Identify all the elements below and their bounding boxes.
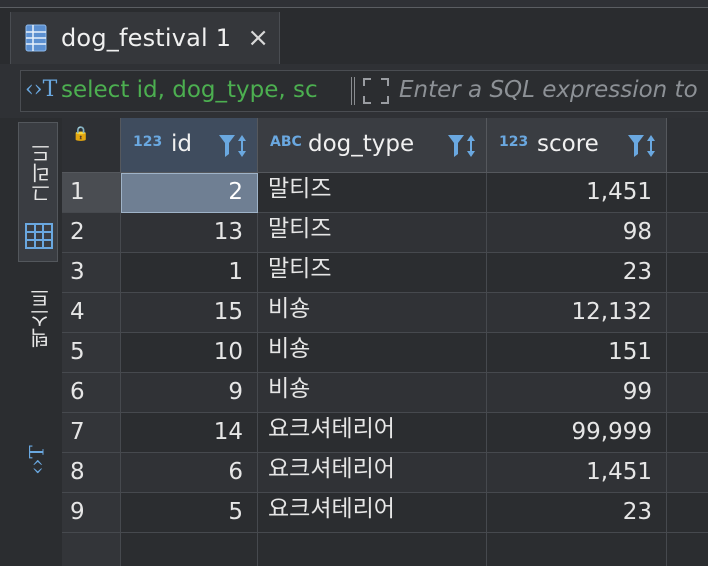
grid-view-tab[interactable]: 그리드 [18,122,58,262]
row-filler [667,493,708,533]
row-number[interactable]: 2 [62,213,121,253]
tab-title: dog_festival 1 [61,24,232,52]
row-filler [667,213,708,253]
table-row[interactable]: 3 1 말티즈 23 [62,253,708,293]
expand-icon[interactable] [361,76,391,106]
table-row[interactable]: 9 5 요크셔테리어 23 [62,493,708,533]
row-number[interactable]: 5 [62,333,121,373]
cell-score[interactable]: 99,999 [487,413,667,453]
cell-id[interactable]: 9 [121,373,258,413]
cell-dog-type[interactable]: 비숑 [258,373,487,413]
empty-cell [487,533,667,566]
cell-id[interactable]: 6 [121,453,258,493]
number-type-icon: 123 [133,134,163,150]
row-filler [667,173,708,213]
cell-dog-type[interactable]: 말티즈 [258,173,487,213]
number-type-icon: 123 [499,134,529,150]
row-filler [667,453,708,493]
filter-sort-icon[interactable] [626,132,658,160]
cell-score[interactable]: 23 [487,253,667,293]
cell-id[interactable]: 1 [121,253,258,293]
cell-id[interactable]: 2 [121,173,258,213]
sql-query-text[interactable]: select id, dog_type, sc [61,77,318,103]
row-number[interactable]: 8 [62,453,121,493]
table-row[interactable]: 2 13 말티즈 98 [62,213,708,253]
row-filler [667,293,708,333]
cell-id[interactable]: 10 [121,333,258,373]
lock-icon: 🔒 [72,126,90,142]
cell-score[interactable]: 23 [487,493,667,533]
sql-filter-bar: ‹›T select id, dog_type, sc Enter a SQL … [0,64,708,118]
result-grid: 🔒 123 id ABC dog_type 123 score 1 2 말티즈 … [62,118,708,566]
row-filler [667,253,708,293]
cell-dog-type[interactable]: 요크셔테리어 [258,453,487,493]
text-type-icon: ABC [270,134,302,150]
cell-id[interactable]: 13 [121,213,258,253]
cell-dog-type[interactable]: 말티즈 [258,213,487,253]
grid-corner[interactable]: 🔒 [62,118,121,173]
table-row[interactable]: 5 10 비숑 151 [62,333,708,373]
text-view-tab[interactable]: 텍스트 [26,288,55,348]
text-view-icon: ‹›T [24,445,49,475]
cell-score[interactable]: 151 [487,333,667,373]
row-number[interactable]: 9 [62,493,121,533]
row-number[interactable]: 3 [62,253,121,293]
close-icon[interactable]: × [247,25,269,51]
window-top-strip [0,0,708,8]
row-number[interactable]: 1 [62,173,121,213]
editor-tab-bar: dog_festival 1 × [0,8,708,64]
table-row[interactable]: 6 9 비숑 99 [62,373,708,413]
empty-row-number [62,533,121,566]
filter-sort-icon[interactable] [446,132,478,160]
filter-input[interactable]: Enter a SQL expression to [399,77,698,103]
column-name: id [171,131,192,157]
row-number[interactable]: 7 [62,413,121,453]
header-filler [667,118,708,173]
grid-icon [25,223,53,249]
empty-grid-area [62,533,708,566]
table-row[interactable]: 7 14 요크셔테리어 99,999 [62,413,708,453]
column-name: score [537,131,599,157]
row-number[interactable]: 4 [62,293,121,333]
table-icon [25,24,47,52]
row-filler [667,333,708,373]
sql-box: ‹›T select id, dog_type, sc Enter a SQL … [20,70,708,112]
table-row[interactable]: 8 6 요크셔테리어 1,451 [62,453,708,493]
column-header-dog-type[interactable]: ABC dog_type [258,118,487,173]
table-row[interactable]: 1 2 말티즈 1,451 [62,173,708,213]
cell-id[interactable]: 5 [121,493,258,533]
row-filler [667,373,708,413]
row-number[interactable]: 6 [62,373,121,413]
row-filler [667,413,708,453]
cell-dog-type[interactable]: 비숑 [258,333,487,373]
cell-score[interactable]: 99 [487,373,667,413]
cell-dog-type[interactable]: 요크셔테리어 [258,413,487,453]
cell-score[interactable]: 98 [487,213,667,253]
cell-score[interactable]: 1,451 [487,453,667,493]
sql-text-icon: ‹›T [25,77,58,102]
tab-dog-festival[interactable]: dog_festival 1 × [10,12,280,64]
empty-cell [258,533,487,566]
grid-view-label: 그리드 [30,143,54,203]
cell-score[interactable]: 12,132 [487,293,667,333]
cell-dog-type[interactable]: 비숑 [258,293,487,333]
empty-cell [121,533,258,566]
table-row[interactable]: 4 15 비숑 12,132 [62,293,708,333]
cell-id[interactable]: 14 [121,413,258,453]
view-mode-panel: 그리드 텍스트 ‹›T [0,118,62,566]
cell-score[interactable]: 1,451 [487,173,667,213]
grid-header: 🔒 123 id ABC dog_type 123 score [62,118,708,173]
cell-dog-type[interactable]: 말티즈 [258,253,487,293]
column-header-score[interactable]: 123 score [487,118,667,173]
cell-dog-type[interactable]: 요크셔테리어 [258,493,487,533]
column-name: dog_type [308,131,415,157]
filter-sort-icon[interactable] [217,132,249,160]
cell-id[interactable]: 15 [121,293,258,333]
splitter-handle[interactable] [351,77,355,105]
column-header-id[interactable]: 123 id [121,118,258,173]
